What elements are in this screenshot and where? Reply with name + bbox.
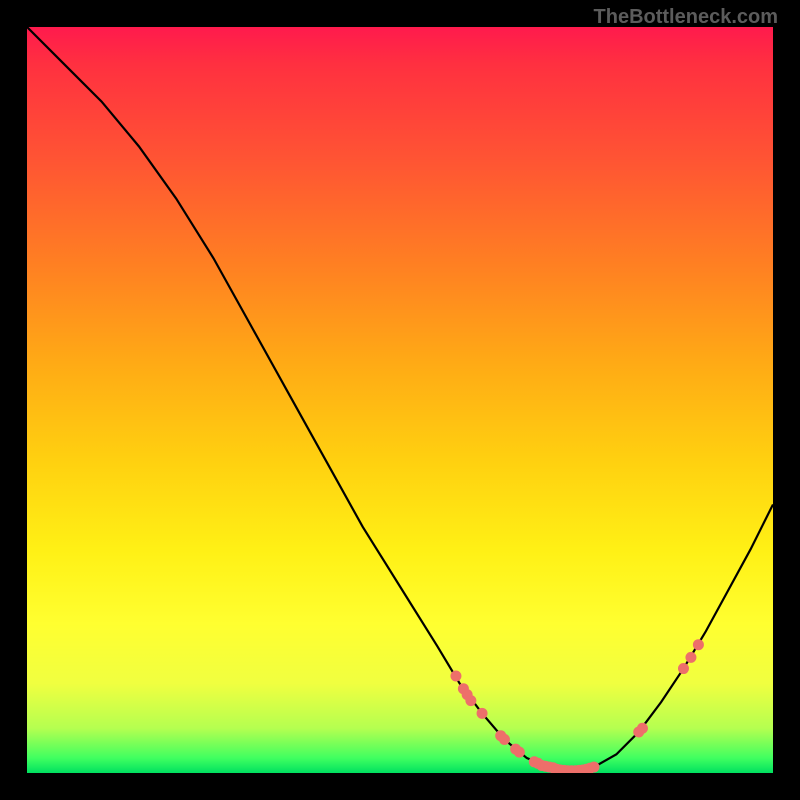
curve-marker (678, 663, 689, 674)
plot-area (27, 27, 773, 773)
attribution-text: TheBottleneck.com (594, 6, 778, 29)
curve-marker (465, 695, 476, 706)
chart-container: TheBottleneck.com (0, 0, 800, 800)
curve-marker (693, 639, 704, 650)
curve-marker (685, 652, 696, 663)
curve-svg (27, 27, 773, 773)
curve-markers (450, 639, 703, 773)
curve-marker (450, 671, 461, 682)
curve-marker (514, 747, 525, 758)
curve-marker (499, 734, 510, 745)
curve-marker (637, 723, 648, 734)
bottleneck-curve (27, 27, 773, 771)
curve-marker (477, 708, 488, 719)
curve-marker (588, 762, 599, 773)
